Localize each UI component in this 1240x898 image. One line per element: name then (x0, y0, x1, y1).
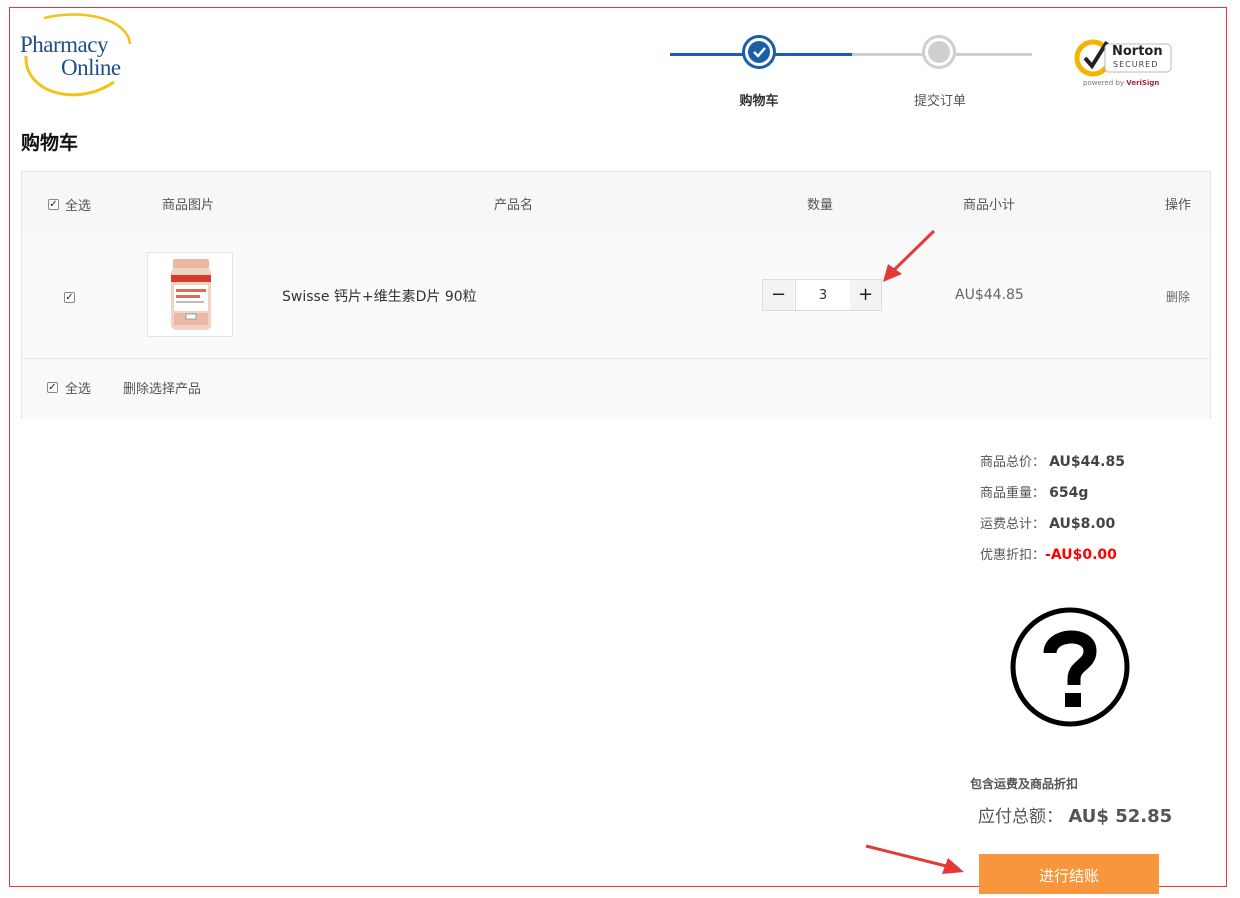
annotation-arrow-icon (883, 229, 936, 282)
item-checkbox[interactable]: ✓ (64, 292, 75, 303)
delete-selected-link[interactable]: 删除选择产品 (123, 378, 201, 397)
norton-secured-badge[interactable]: Norton SECURED powered by VeriSign (1073, 36, 1177, 96)
page-frame (9, 7, 1227, 887)
discount-value: -AU$0.00 (1045, 547, 1117, 563)
norton-powered-by: powered by VeriSign (1083, 79, 1159, 87)
header-qty: 数量 (807, 198, 834, 213)
header-subtotal: 商品小计 (963, 198, 1016, 213)
grand-total: 应付总额： AU$ 52.85 (978, 802, 1172, 827)
cart-header-row: ✓ 全选 商品图片 产品名 数量 商品小计 操作 (22, 172, 1210, 234)
product-name-link[interactable]: Swisse 钙片+维生素D片 90粒 (282, 286, 477, 306)
select-all-checkbox-top[interactable]: ✓ (48, 199, 59, 210)
total-note: 包含运费及商品折扣 (970, 777, 1079, 791)
step-order-label: 提交订单 (913, 94, 966, 109)
step-cart-label: 购物车 (739, 94, 779, 109)
shipping-label: 运费总计： (980, 517, 1046, 532)
goods-total-label: 商品总价： (980, 455, 1046, 470)
norton-name: Norton (1112, 44, 1163, 59)
goods-total-value: AU$44.85 (1049, 454, 1125, 470)
norton-secured: SECURED (1113, 60, 1159, 69)
norton-powered-brand: VeriSign (1126, 79, 1160, 87)
summary-discount: 优惠折扣：-AU$0.00 (980, 544, 1117, 563)
pharmacy-online-logo[interactable]: Pharmacy Online (16, 12, 136, 104)
logo-text-line2: Online (61, 55, 121, 80)
norton-powered-prefix: powered by (1083, 79, 1127, 87)
question-mark-circle-icon (1010, 607, 1130, 727)
delete-item-link[interactable]: 删除 (1166, 288, 1190, 305)
step-order-circle (922, 35, 956, 69)
header-image: 商品图片 (162, 198, 215, 213)
page-title: 购物车 (21, 132, 79, 154)
summary-shipping: 运费总计： AU$8.00 (980, 513, 1115, 532)
quantity-increase-button[interactable]: + (850, 280, 881, 310)
help-icon[interactable] (1010, 607, 1130, 727)
table-row: ✓ Swisse 钙片+维生素D片 90粒 − + AU$44.85 删除 (22, 233, 1210, 359)
total-label: 应付总额： (978, 807, 1063, 827)
cart-table: ✓ 全选 商品图片 产品名 数量 商品小计 操作 ✓ Swisse 钙片+维生素… (21, 171, 1211, 419)
select-all-checkbox-bottom[interactable]: ✓ (47, 382, 58, 393)
quantity-stepper: − + (762, 279, 882, 311)
summary-weight: 商品重量： 654g (980, 482, 1088, 501)
step-cart-circle (742, 35, 776, 69)
shipping-value: AU$8.00 (1049, 516, 1116, 532)
weight-value: 654g (1049, 485, 1089, 501)
annotation-arrow-icon (865, 844, 964, 874)
checkout-progress: 购物车 提交订单 (670, 34, 1032, 114)
quantity-decrease-button[interactable]: − (763, 280, 794, 310)
header-name: 产品名 (494, 198, 534, 213)
check-icon (753, 47, 766, 58)
quantity-input[interactable] (795, 280, 851, 310)
supplement-bottle-image (171, 259, 211, 330)
discount-label: 优惠折扣： (980, 548, 1046, 563)
header-action: 操作 (1165, 198, 1192, 213)
checkout-button[interactable]: 进行结账 (979, 854, 1159, 894)
weight-label: 商品重量： (980, 486, 1046, 501)
total-value: AU$ 52.85 (1068, 806, 1173, 827)
item-subtotal: AU$44.85 (955, 287, 1024, 303)
header-select-all: 全选 (65, 199, 92, 214)
footer-select-all: 全选 (65, 382, 92, 397)
product-thumbnail[interactable] (147, 252, 233, 337)
cart-footer-row: ✓ 全选 删除选择产品 (22, 359, 1210, 419)
summary-goods-total: 商品总价： AU$44.85 (980, 451, 1125, 470)
